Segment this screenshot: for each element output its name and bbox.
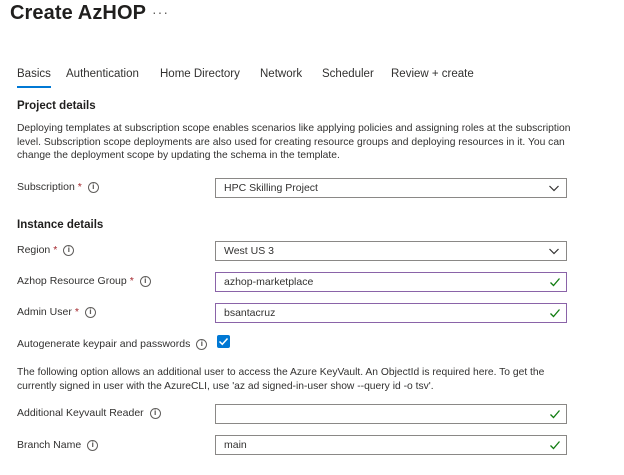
admin-user-label-text: Admin User [17, 306, 72, 318]
region-label: Region * i [17, 244, 75, 256]
more-options-icon[interactable]: ··· [152, 4, 169, 20]
branch-name-label: Branch Name i [17, 439, 99, 451]
subscription-label: Subscription * i [17, 181, 99, 193]
region-label-text: Region [17, 244, 51, 256]
subscription-label-text: Subscription [17, 181, 75, 193]
project-details-heading: Project details [17, 100, 96, 112]
chevron-down-icon [549, 185, 559, 192]
info-icon[interactable]: i [196, 338, 208, 350]
region-value: West US 3 [224, 245, 274, 257]
subscription-value: HPC Skilling Project [224, 182, 318, 194]
keyvault-reader-input[interactable] [215, 404, 567, 424]
admin-user-input[interactable]: bsantacruz [215, 303, 567, 323]
resource-group-input[interactable]: azhop-marketplace [215, 272, 567, 292]
info-icon[interactable]: i [139, 275, 151, 287]
branch-name-input[interactable]: main [215, 435, 567, 455]
required-marker: * [77, 181, 82, 193]
admin-user-value: bsantacruz [224, 307, 276, 319]
checkmark-icon [550, 309, 560, 318]
tab-basics[interactable]: Basics [17, 68, 51, 88]
keyvault-reader-label-text: Additional Keyvault Reader [17, 407, 144, 419]
tab-scheduler[interactable]: Scheduler [322, 68, 374, 80]
page-title: Create AzHOP [10, 2, 147, 24]
info-icon[interactable]: i [87, 439, 99, 451]
tab-home-directory[interactable]: Home Directory [160, 68, 240, 80]
branch-name-value: main [224, 439, 247, 451]
tab-network[interactable]: Network [260, 68, 302, 80]
required-marker: * [53, 244, 58, 256]
chevron-down-icon [549, 248, 559, 255]
subscription-dropdown[interactable]: HPC Skilling Project [215, 178, 567, 198]
info-icon[interactable]: i [87, 181, 99, 193]
tab-review-create[interactable]: Review + create [391, 68, 474, 80]
autogenerate-checkbox[interactable] [217, 335, 230, 348]
info-icon[interactable]: i [84, 306, 96, 318]
branch-name-label-text: Branch Name [17, 439, 82, 451]
resource-group-value: azhop-marketplace [224, 276, 314, 288]
project-description: Deploying templates at subscription scop… [17, 123, 571, 161]
keyvault-reader-label: Additional Keyvault Reader i [17, 407, 161, 419]
info-icon[interactable]: i [149, 407, 161, 419]
instance-details-heading: Instance details [17, 219, 104, 231]
required-marker: * [74, 306, 79, 318]
info-icon[interactable]: i [63, 244, 75, 256]
checkmark-icon [550, 441, 560, 450]
required-marker: * [129, 275, 134, 287]
checkmark-icon [550, 410, 560, 419]
resource-group-label: Azhop Resource Group * i [17, 275, 151, 287]
keyvault-note: The following option allows an additiona… [17, 367, 545, 392]
admin-user-label: Admin User * i [17, 306, 96, 318]
autogenerate-label-text: Autogenerate keypair and passwords [17, 338, 191, 350]
checkmark-icon [550, 278, 560, 287]
autogenerate-label: Autogenerate keypair and passwords i [17, 338, 208, 350]
checkmark-icon [218, 337, 229, 346]
tab-authentication[interactable]: Authentication [66, 68, 139, 80]
resource-group-label-text: Azhop Resource Group [17, 275, 127, 287]
region-dropdown[interactable]: West US 3 [215, 241, 567, 261]
